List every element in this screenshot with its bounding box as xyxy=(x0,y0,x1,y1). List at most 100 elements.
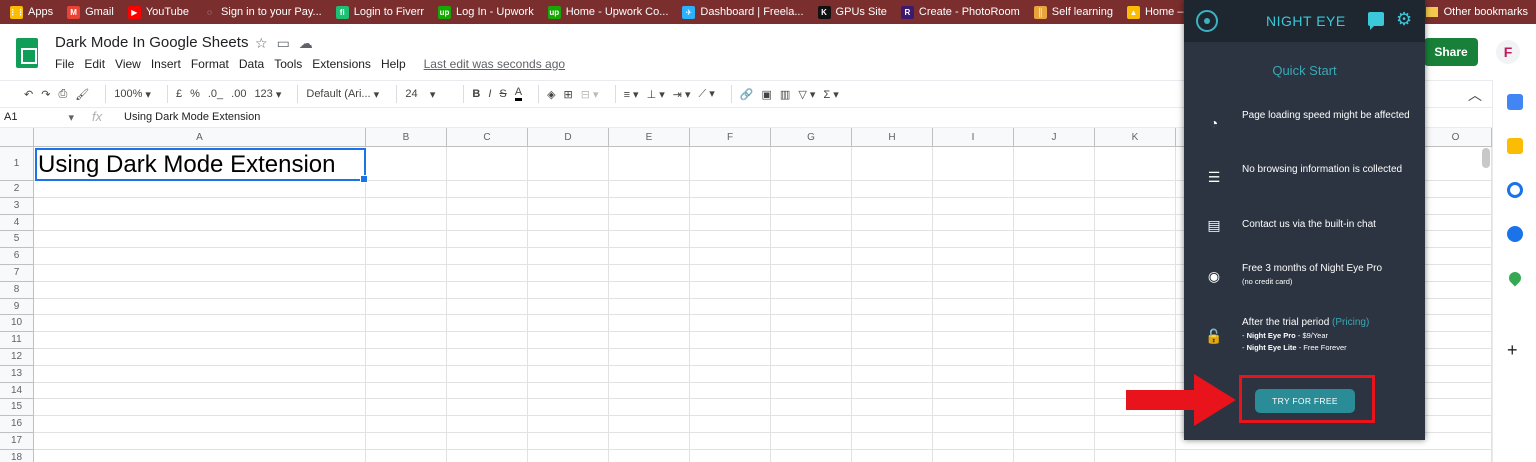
row-header[interactable]: 12 xyxy=(0,349,34,366)
row-header[interactable]: 2 xyxy=(0,181,34,198)
column-header-d[interactable]: D xyxy=(528,128,609,147)
currency-button[interactable]: £ xyxy=(176,88,182,100)
insert-comment-icon[interactable]: ▣ xyxy=(762,88,772,101)
zoom-select[interactable]: 100% ▾ xyxy=(114,88,151,101)
strikethrough-icon[interactable]: S xyxy=(499,88,506,100)
font-size-select[interactable]: 24 ▾ xyxy=(405,88,447,101)
last-edit-link[interactable]: Last edit was seconds ago xyxy=(424,57,565,71)
pricing-link[interactable]: (Pricing) xyxy=(1332,317,1369,328)
chat-icon[interactable] xyxy=(1368,12,1384,30)
column-header-k[interactable]: K xyxy=(1095,128,1176,147)
text-color-icon[interactable]: A xyxy=(514,87,523,101)
redo-icon[interactable]: ↷ xyxy=(41,88,50,101)
insert-link-icon[interactable]: 🔗 xyxy=(740,88,754,101)
row-header[interactable]: 15 xyxy=(0,399,34,417)
maps-icon[interactable] xyxy=(1506,269,1524,287)
more-formats-button[interactable]: 123 ▾ xyxy=(254,88,281,101)
contacts-icon[interactable] xyxy=(1507,226,1523,242)
horizontal-align-icon[interactable]: ≡ ▾ xyxy=(624,88,639,101)
text-wrapping-icon[interactable]: ⇥ ▾ xyxy=(673,88,691,101)
formula-input[interactable]: Using Dark Mode Extension xyxy=(124,111,260,123)
name-box[interactable]: A1 xyxy=(4,111,74,124)
filter-icon[interactable]: ▽ ▾ xyxy=(798,88,815,101)
document-title[interactable]: Dark Mode In Google Sheets xyxy=(55,34,248,51)
tasks-icon[interactable] xyxy=(1507,182,1523,198)
row-header[interactable]: 16 xyxy=(0,416,34,433)
column-header-b[interactable]: B xyxy=(366,128,447,147)
percent-button[interactable]: % xyxy=(190,88,200,100)
fill-color-icon[interactable]: ◈ xyxy=(547,88,555,101)
insert-chart-icon[interactable]: ▥ xyxy=(780,88,790,101)
decrease-decimal-button[interactable]: .0_ xyxy=(208,88,223,100)
column-header-j[interactable]: J xyxy=(1014,128,1095,147)
column-header-h[interactable]: H xyxy=(852,128,933,147)
menu-data[interactable]: Data xyxy=(239,57,264,71)
row-header[interactable]: 6 xyxy=(0,248,34,265)
row-header[interactable]: 4 xyxy=(0,214,34,232)
menu-format[interactable]: Format xyxy=(191,57,229,71)
paint-format-icon[interactable]: 🖌 xyxy=(75,88,89,101)
bookmark-item[interactable]: ◌ Sign in to your Pay... xyxy=(203,5,322,19)
row-header[interactable]: 7 xyxy=(0,265,34,282)
column-header-o[interactable]: O xyxy=(1420,128,1492,147)
column-header-f[interactable]: F xyxy=(690,128,771,147)
menu-tools[interactable]: Tools xyxy=(274,57,302,71)
other-bookmarks[interactable]: Other bookmarks xyxy=(1425,0,1528,24)
vertical-align-icon[interactable]: ⊥ ▾ xyxy=(647,88,665,101)
increase-decimal-button[interactable]: .00 xyxy=(231,88,246,100)
column-header-c[interactable]: C xyxy=(447,128,528,147)
bookmark-item[interactable]: ▶ YouTube xyxy=(127,5,189,19)
menu-insert[interactable]: Insert xyxy=(151,57,181,71)
sheets-logo-icon[interactable] xyxy=(16,38,38,68)
keep-icon[interactable] xyxy=(1507,138,1523,154)
row-header[interactable]: 3 xyxy=(0,197,34,215)
row-header[interactable]: 5 xyxy=(0,231,34,249)
column-header-a[interactable]: A xyxy=(34,128,366,147)
bookmark-item[interactable]: ✈ Dashboard | Freela... xyxy=(682,5,804,19)
calendar-icon[interactable] xyxy=(1507,94,1523,110)
menu-help[interactable]: Help xyxy=(381,57,406,71)
vertical-scrollbar[interactable] xyxy=(1482,148,1490,168)
bookmark-item[interactable]: ⋮⋮ Apps xyxy=(9,5,53,19)
row-header[interactable]: 9 xyxy=(0,298,34,316)
font-select[interactable]: Default (Ari... ▾ xyxy=(306,88,380,101)
column-header-g[interactable]: G xyxy=(771,128,852,147)
select-all-corner[interactable] xyxy=(0,128,34,147)
collapse-menus-icon[interactable]: ︿ xyxy=(1468,85,1482,105)
bookmark-item[interactable]: R Create - PhotoRoom xyxy=(900,5,1020,19)
menu-edit[interactable]: Edit xyxy=(84,57,105,71)
italic-icon[interactable]: I xyxy=(488,88,491,100)
row-header[interactable]: 10 xyxy=(0,315,34,333)
bookmark-item[interactable]: up Home - Upwork Co... xyxy=(547,5,668,19)
column-header-i[interactable]: I xyxy=(933,128,1014,147)
share-button[interactable]: Share xyxy=(1424,38,1478,66)
undo-icon[interactable]: ↶ xyxy=(24,88,33,101)
menu-view[interactable]: View xyxy=(115,57,141,71)
column-header-e[interactable]: E xyxy=(609,128,690,147)
menu-file[interactable]: File xyxy=(55,57,74,71)
row-header[interactable]: 17 xyxy=(0,433,34,450)
avatar[interactable]: F xyxy=(1496,40,1520,64)
row-header[interactable]: 14 xyxy=(0,382,34,400)
star-icon[interactable]: ☆ xyxy=(255,35,268,52)
move-folder-icon[interactable]: ▭ xyxy=(277,35,290,52)
bookmark-item[interactable]: M Gmail xyxy=(67,5,114,19)
row-header[interactable]: 13 xyxy=(0,365,34,383)
gear-icon[interactable]: ⚙ xyxy=(1396,9,1412,29)
row-header[interactable]: 8 xyxy=(0,281,34,299)
print-icon[interactable]: ⎙ xyxy=(58,88,67,101)
bold-icon[interactable]: B xyxy=(472,88,480,100)
merge-cells-icon[interactable]: ⊟ ▾ xyxy=(581,88,599,101)
text-rotation-icon[interactable]: ⟋ ▾ xyxy=(699,87,715,101)
cloud-icon[interactable]: ☁ xyxy=(299,35,313,52)
bookmark-item[interactable]: fi Login to Fiverr xyxy=(335,5,424,19)
row-header[interactable]: 18 xyxy=(0,449,34,462)
bookmark-item[interactable]: ║ Self learning xyxy=(1033,5,1113,19)
bookmark-item[interactable]: up Log In - Upwork xyxy=(438,5,534,19)
menu-extensions[interactable]: Extensions xyxy=(312,57,371,71)
borders-icon[interactable]: ⊞ xyxy=(564,88,573,101)
add-addon-icon[interactable]: + xyxy=(1507,340,1518,361)
row-header[interactable]: 11 xyxy=(0,332,34,349)
functions-icon[interactable]: Σ ▾ xyxy=(823,88,838,101)
cell-a1[interactable]: Using Dark Mode Extension xyxy=(35,148,368,183)
